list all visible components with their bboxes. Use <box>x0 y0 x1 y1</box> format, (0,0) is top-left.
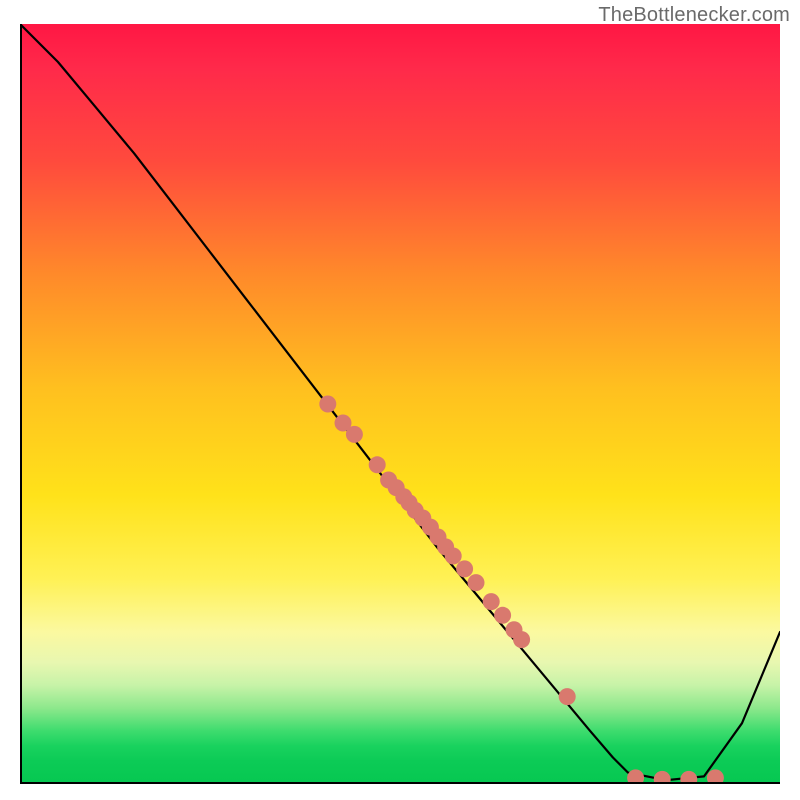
highlight-dot <box>627 769 644 784</box>
highlight-dot <box>445 548 462 565</box>
highlight-dot <box>468 574 485 591</box>
highlight-dot <box>513 631 530 648</box>
highlight-dot <box>319 396 336 413</box>
bottleneck-chart: TheBottlenecker.com <box>0 0 800 800</box>
chart-svg <box>20 24 780 784</box>
highlight-dot <box>654 771 671 784</box>
highlight-dots-group <box>319 396 724 785</box>
bottleneck-curve-line <box>20 24 780 780</box>
highlight-dot <box>559 688 576 705</box>
highlight-dot <box>680 771 697 784</box>
highlight-dot <box>369 456 386 473</box>
highlight-dot <box>346 426 363 443</box>
highlight-dot <box>707 769 724 784</box>
highlight-dot <box>483 593 500 610</box>
highlight-dot <box>456 560 473 577</box>
highlight-dot <box>494 607 511 624</box>
watermark-text: TheBottlenecker.com <box>598 4 790 27</box>
